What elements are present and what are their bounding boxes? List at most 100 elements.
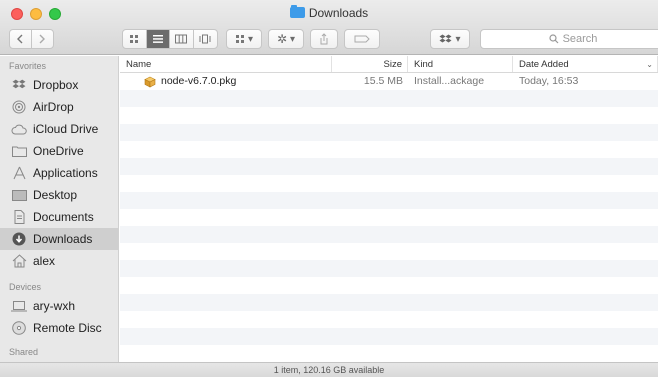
disc-icon <box>11 320 27 336</box>
file-name-cell: node-v6.7.0.pkg <box>120 73 332 90</box>
empty-row <box>120 294 658 311</box>
sidebar-section-shared: Shared <box>9 347 39 357</box>
column-view-button[interactable] <box>170 30 194 48</box>
back-button[interactable] <box>10 30 32 48</box>
sidebar-section-favorites: Favorites <box>9 61 47 71</box>
tag-icon <box>354 35 370 43</box>
toolbar: Downloads ▾ ✲ ▾ ▾ Search <box>0 0 658 55</box>
search-input[interactable]: Search <box>480 29 658 49</box>
empty-row <box>120 107 658 124</box>
sidebar-item-desktop[interactable]: Desktop <box>0 184 118 206</box>
cloud-icon <box>11 121 27 137</box>
file-date-added: Today, 16:53 <box>519 75 579 87</box>
sidebar: Favorites Dropbox AirDrop iCloud Drive O… <box>0 56 119 362</box>
sidebar-item-remote-disc[interactable]: Remote Disc <box>0 317 118 339</box>
column-header-date-added[interactable]: Date Added ⌄ <box>513 56 658 72</box>
cover-flow-button[interactable] <box>194 30 217 48</box>
column-header-kind[interactable]: Kind <box>408 56 513 72</box>
empty-row <box>120 226 658 243</box>
empty-row <box>120 141 658 158</box>
table-row[interactable]: node-v6.7.0.pkg 15.5 MB Install...ackage… <box>120 73 658 90</box>
sidebar-item-onedrive[interactable]: OneDrive <box>0 140 118 162</box>
arrange-grid-icon <box>235 35 244 43</box>
finder-window: Downloads ▾ ✲ ▾ ▾ Search Favorites Dropb… <box>0 0 658 377</box>
sidebar-section-devices: Devices <box>9 282 42 292</box>
documents-icon <box>11 209 27 225</box>
airdrop-icon <box>11 99 27 115</box>
empty-row <box>120 90 658 107</box>
applications-icon <box>11 165 27 181</box>
sidebar-item-label: iCloud Drive <box>33 122 99 136</box>
downloads-icon <box>11 231 27 247</box>
search-icon <box>548 34 558 44</box>
chevron-left-icon <box>17 34 23 44</box>
coverflow-icon <box>199 34 211 44</box>
empty-row <box>120 192 658 209</box>
chevron-down-icon: ▾ <box>247 33 254 45</box>
file-list: Name Size Kind Date Added ⌄ node-v6.7.0.… <box>120 56 658 362</box>
arrange-button[interactable]: ▾ <box>226 29 262 49</box>
sidebar-item-dropbox[interactable]: Dropbox <box>0 74 118 96</box>
sidebar-item-documents[interactable]: Documents <box>0 206 118 228</box>
share-button[interactable] <box>310 29 338 49</box>
home-icon <box>11 253 27 269</box>
share-icon <box>320 33 328 45</box>
window-title-text: Downloads <box>308 6 369 20</box>
sidebar-item-ary-wxh[interactable]: ary-wxh <box>0 295 118 317</box>
view-mode-control <box>122 29 218 49</box>
list-view-button[interactable] <box>146 30 170 48</box>
empty-row <box>120 209 658 226</box>
empty-row <box>120 328 658 345</box>
sidebar-item-label: Downloads <box>33 232 93 246</box>
sidebar-item-label: alex <box>33 254 56 268</box>
empty-row <box>120 277 658 294</box>
file-size: 15.5 MB <box>363 75 403 87</box>
sidebar-item-label: Remote Disc <box>33 321 102 335</box>
column-header-name[interactable]: Name <box>120 56 332 72</box>
empty-row <box>120 260 658 277</box>
empty-row <box>120 311 658 328</box>
column-header-size[interactable]: Size <box>332 56 408 72</box>
chevron-right-icon <box>39 34 46 44</box>
list-header: Name Size Kind Date Added ⌄ <box>120 56 658 73</box>
forward-button[interactable] <box>32 30 53 48</box>
folder-icon <box>289 5 305 18</box>
dropbox-icon <box>11 77 27 93</box>
chevron-down-icon: ▾ <box>290 33 296 45</box>
empty-row <box>120 124 658 141</box>
sort-chevron-icon: ⌄ <box>646 60 653 69</box>
desktop-icon <box>11 187 27 203</box>
sidebar-item-applications[interactable]: Applications <box>0 162 118 184</box>
file-name: node-v6.7.0.pkg <box>161 75 237 87</box>
action-button[interactable]: ✲ ▾ <box>268 29 304 49</box>
grid-icon <box>130 35 139 43</box>
icon-view-button[interactable] <box>123 30 147 48</box>
sidebar-item-label: Documents <box>33 210 94 224</box>
list-icon <box>152 35 163 43</box>
file-kind: Install...ackage <box>414 75 485 87</box>
dropbox-icon <box>439 34 452 42</box>
gear-icon: ✲ <box>276 32 288 46</box>
list-rows: node-v6.7.0.pkg 15.5 MB Install...ackage… <box>120 73 658 362</box>
package-icon <box>144 76 156 87</box>
sidebar-item-airdrop[interactable]: AirDrop <box>0 96 118 118</box>
empty-row <box>120 175 658 192</box>
sidebar-item-downloads[interactable]: Downloads <box>0 228 118 250</box>
empty-row <box>120 158 658 175</box>
navigation-buttons <box>9 29 54 49</box>
empty-row <box>120 345 658 362</box>
sidebar-item-label: OneDrive <box>33 144 84 158</box>
tags-button[interactable] <box>344 29 380 49</box>
sidebar-item-icloud-drive[interactable]: iCloud Drive <box>0 118 118 140</box>
search-placeholder: Search <box>562 33 598 45</box>
columns-icon <box>175 34 188 44</box>
chevron-down-icon: ▾ <box>455 33 461 45</box>
sidebar-item-label: ary-wxh <box>33 299 76 313</box>
sidebar-item-label: Desktop <box>33 188 78 202</box>
window-title: Downloads <box>0 4 658 22</box>
column-header-date-label: Date Added <box>519 59 569 70</box>
sidebar-item-alex[interactable]: alex <box>0 250 118 272</box>
dropbox-toolbar-button[interactable]: ▾ <box>430 29 470 49</box>
sidebar-item-label: Dropbox <box>33 78 79 92</box>
sidebar-item-label: AirDrop <box>33 100 74 114</box>
